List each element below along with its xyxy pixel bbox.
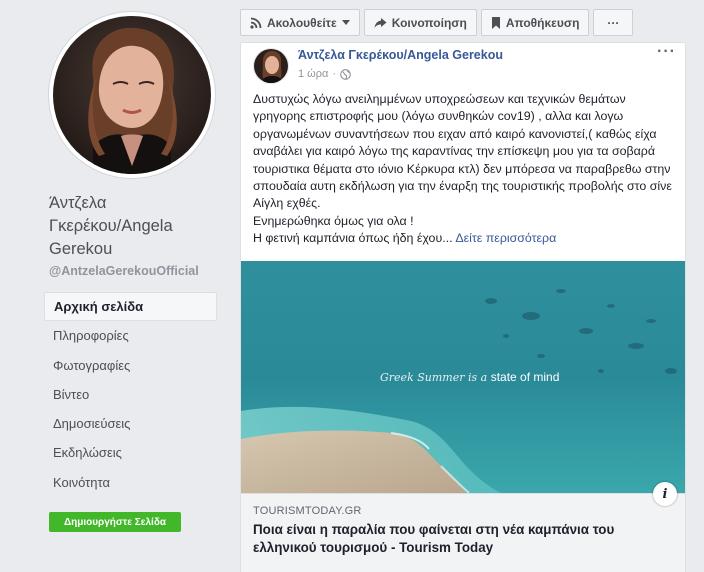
save-label: Αποθήκευση [505,15,580,30]
post-text-paragraph: Δυστυχώς λόγω ανειλημμένων υποχρεώσεων κ… [253,92,672,211]
chevron-down-icon [341,19,350,25]
link-preview-image[interactable]: Greek Summer is a state of mind [241,261,685,493]
image-caption-bold: state of mind [490,370,560,384]
post-options-button[interactable]: ··· [657,43,676,61]
separator-dot: · [332,68,337,80]
rss-icon [250,17,262,29]
link-domain: TOURISMTODAY.GR [253,505,362,517]
image-caption-italic: Greek Summer is a [380,371,488,384]
share-button[interactable]: Κοινοποίηση [363,9,477,36]
following-button[interactable]: Ακολουθείτε [240,9,360,36]
page-username[interactable]: @AntzelaGerekouOfficial [49,264,199,278]
nav-item-about[interactable]: Πληροφορίες [44,321,217,350]
more-icon: ··· [607,15,620,30]
post-body: Δυστυχώς λόγω ανειλημμένων υποχρεώσεων κ… [253,91,678,248]
page-sidebar: Άντζελα Γκερέκου/Angela Gerekou @Antzela… [0,0,228,572]
nav-item-events[interactable]: Εκδηλώσεις [44,438,217,467]
globe-icon[interactable] [340,68,351,80]
create-page-button[interactable]: Δημιουργήστε Σελίδα [49,512,181,532]
post-meta: 1 ώρα · [298,68,351,80]
see-more-link[interactable]: Δείτε περισσότερα [455,231,556,245]
post-text-line-truncated: Η φετινή καμπάνια όπως ήδη έχου... Δείτε… [253,230,678,247]
more-options-button[interactable]: ··· [593,9,634,36]
link-preview[interactable]: TOURISMTODAY.GR Ποια είναι η παραλία που… [241,493,685,572]
nav-item-community[interactable]: Κοινότητα [44,468,217,497]
post-author-name[interactable]: Άντζελα Γκερέκου/Angela Gerekou [298,48,503,62]
image-caption: Greek Summer is a state of mind [380,370,559,384]
nav-item-home[interactable]: Αρχική σελίδα [44,292,217,322]
nav-item-photos[interactable]: Φωτογραφίες [44,351,217,380]
post-card: Άντζελα Γκερέκου/Angela Gerekou 1 ώρα · … [240,42,686,572]
share-icon [374,17,387,28]
info-icon[interactable]: i [653,482,677,506]
profile-picture[interactable] [49,12,215,178]
post-author-avatar[interactable] [253,48,289,84]
link-title[interactable]: Ποια είναι η παραλία που φαίνεται στη νέ… [253,521,673,557]
nav-item-posts[interactable]: Δημοσιεύσεις [44,409,217,438]
page-action-bar: Ακολουθείτε Κοινοποίηση Αποθήκευση ··· [240,9,637,36]
page-navigation: Αρχική σελίδα Πληροφορίες Φωτογραφίες Βί… [44,292,217,497]
share-label: Κοινοποίηση [391,15,467,30]
following-label: Ακολουθείτε [267,15,337,30]
post-text-line: Ενημερώθηκα όμως για ολα ! [253,213,414,228]
post-text-excerpt: Η φετινή καμπάνια όπως ήδη έχου... [253,231,453,246]
nav-item-videos[interactable]: Βίντεο [44,380,217,409]
page-title[interactable]: Άντζελα Γκερέκου/Angela Gerekou [49,192,224,261]
post-timestamp[interactable]: 1 ώρα [298,68,328,80]
save-button[interactable]: Αποθήκευση [480,9,590,36]
bookmark-icon [491,16,500,29]
avatar[interactable] [53,16,211,174]
